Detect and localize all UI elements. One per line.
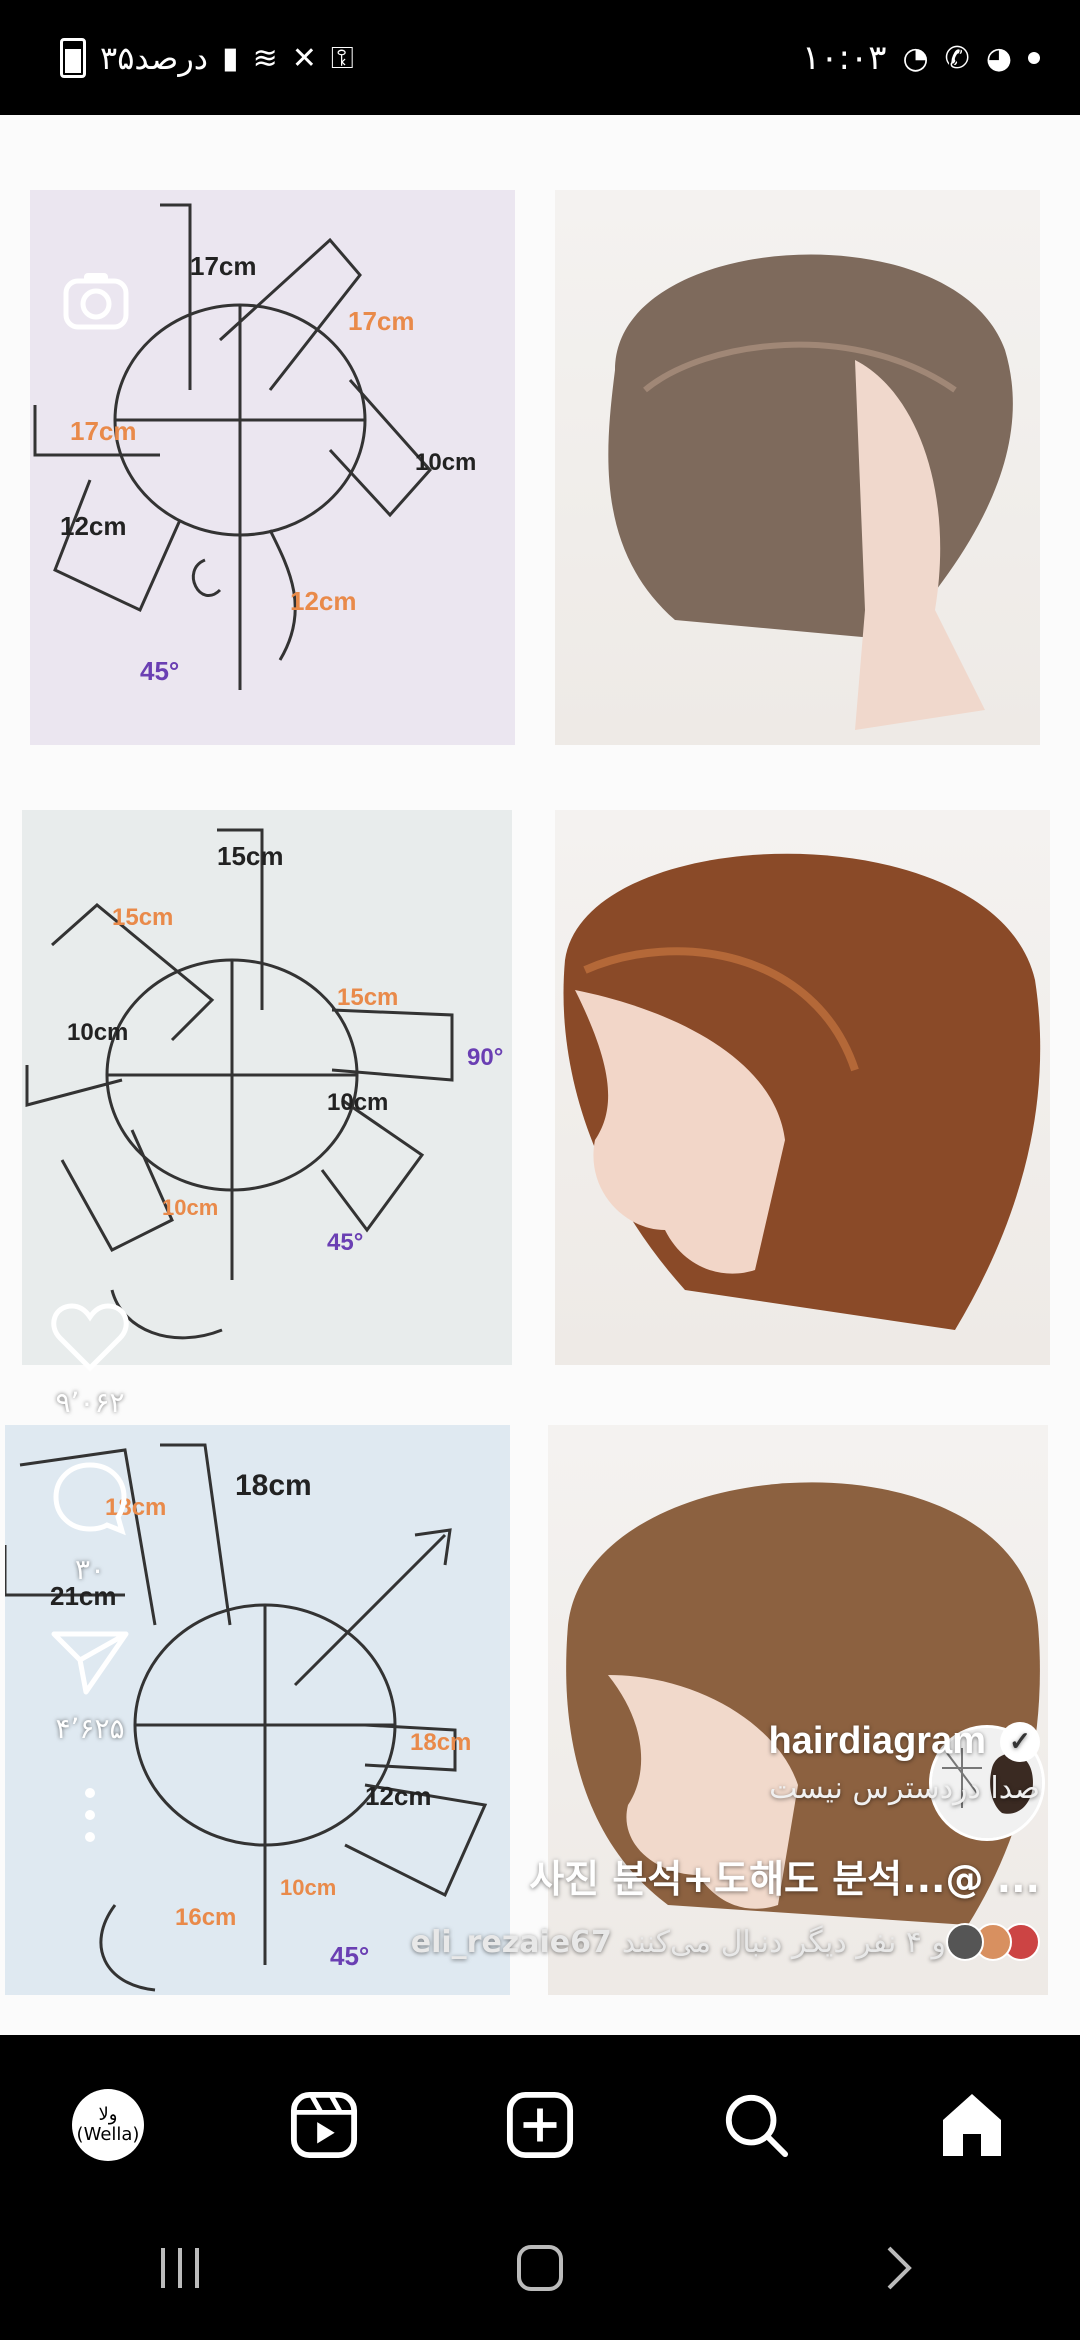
key-icon: ⚿: [330, 40, 354, 76]
send-icon: [51, 1631, 129, 1695]
system-navigation: [0, 2200, 1080, 2340]
more-options-button[interactable]: [40, 1785, 140, 1849]
status-bar: ۱۰:۰۳ ◔ ✆ ◕ ۳۵درصد ▮ ≋ ✕ ⚿: [0, 0, 1080, 115]
haircut-diagram-2: 15cm 15cm 15cm 10cm 10cm 10cm 90° 45°: [22, 810, 512, 1365]
create-tab[interactable]: [495, 2080, 585, 2170]
diagram-label: 10cm: [280, 1875, 336, 1900]
home-system-icon: [517, 2245, 563, 2291]
diagram-label: 16cm: [175, 1904, 236, 1931]
time: ۱۰:۰۳: [801, 38, 887, 78]
followed-by-row[interactable]: و ۴ نفر دیگر دنبال می‌کنند eli_rezaie67: [340, 1923, 1040, 1961]
diagram-label: 15cm: [337, 984, 398, 1011]
search-tab[interactable]: [711, 2080, 801, 2170]
followed-by-text: و ۴ نفر دیگر دنبال می‌کنند: [621, 1924, 946, 1960]
comment-icon: [53, 1462, 127, 1536]
action-column: ۹٬۰۶۲ ۳۰ ۴٬۶۲۵: [40, 1300, 140, 1889]
comment-button[interactable]: ۳۰: [40, 1459, 140, 1586]
wifi-icon: ≋: [252, 40, 278, 76]
like-count: ۹٬۰۶۲: [55, 1386, 125, 1419]
battery-icon: [60, 38, 86, 78]
hairstyle-photo-1: [555, 190, 1040, 745]
follower-avatar: [946, 1923, 984, 1961]
instagram-notification-icon: ◔: [902, 40, 929, 76]
audio-info[interactable]: صدا دردسترس نیست: [340, 1771, 1040, 1806]
caption-overlay: ✓ hairdiagram صدا دردسترس نیست 사진 분석+도해도…: [340, 1720, 1040, 1961]
signal-icon: ▮: [222, 40, 239, 76]
home-system-button[interactable]: [515, 2243, 565, 2297]
back-system-button[interactable]: [875, 2243, 925, 2297]
diagram-label: 12cm: [290, 586, 357, 616]
diagram-label: 15cm: [112, 904, 173, 931]
diagram-label: 17cm: [348, 306, 415, 336]
share-count: ۴٬۶۲۵: [55, 1712, 125, 1745]
caption-text[interactable]: 사진 분석+도해도 분석...@ ...: [340, 1848, 1040, 1903]
camera-icon[interactable]: [60, 265, 132, 337]
whatsapp-icon: ✆: [944, 40, 970, 76]
hairstyle-photo-2: [555, 810, 1050, 1365]
home-icon: [943, 2094, 1001, 2156]
follower-avatars: [946, 1923, 1040, 1961]
diagram-label: 17cm: [190, 251, 257, 281]
app-notification-icon: ◕: [985, 40, 1012, 76]
add-icon: [506, 2091, 574, 2159]
diagram-label: 90°: [467, 1044, 503, 1071]
diagram-label: 45°: [327, 1229, 363, 1256]
diagram-label: 15cm: [217, 841, 284, 871]
notification-dot-icon: [1028, 52, 1040, 64]
recents-icon: [161, 2248, 199, 2288]
mute-icon: ✕: [291, 40, 317, 76]
profile-tab[interactable]: ولا (Wella): [63, 2080, 153, 2170]
more-icon: [85, 1788, 95, 1842]
battery-text: ۳۵درصد: [100, 39, 209, 77]
diagram-label: 18cm: [235, 1469, 312, 1502]
recent-apps-button[interactable]: [155, 2243, 205, 2297]
reels-icon: [290, 2091, 358, 2159]
diagram-label: 10cm: [67, 1019, 128, 1046]
author-row[interactable]: ✓ hairdiagram: [340, 1720, 1040, 1763]
status-right: ۱۰:۰۳ ◔ ✆ ◕: [802, 38, 1040, 78]
share-button[interactable]: ۴٬۶۲۵: [40, 1626, 140, 1745]
diagram-label: 10cm: [162, 1195, 218, 1220]
diagram-label: 17cm: [70, 416, 137, 446]
diagram-label: 10cm: [327, 1089, 388, 1116]
profile-avatar: ولا (Wella): [72, 2089, 144, 2161]
search-icon: [725, 2094, 789, 2158]
verified-badge-icon: ✓: [1000, 1721, 1040, 1762]
diagram-label: 45°: [140, 656, 179, 686]
comment-count: ۳۰: [74, 1553, 106, 1586]
chevron-right-icon: [887, 2246, 912, 2290]
home-tab[interactable]: [927, 2080, 1017, 2170]
author-username[interactable]: hairdiagram: [768, 1720, 986, 1763]
heart-icon: [51, 1303, 129, 1372]
like-button[interactable]: ۹٬۰۶۲: [40, 1300, 140, 1419]
status-left: ۳۵درصد ▮ ≋ ✕ ⚿: [60, 38, 354, 78]
follower-username: eli_rezaie67: [410, 1924, 612, 1960]
reels-tab[interactable]: [279, 2080, 369, 2170]
bottom-navigation: ولا (Wella): [0, 2050, 1080, 2200]
diagram-label: 10cm: [415, 449, 476, 476]
diagram-label: 12cm: [60, 511, 127, 541]
